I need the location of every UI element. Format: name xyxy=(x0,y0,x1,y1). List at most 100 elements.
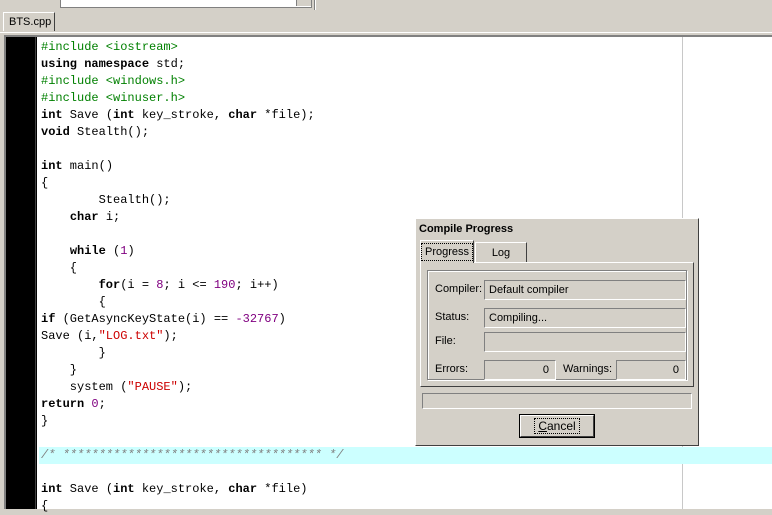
code-token: #include <windows.h> xyxy=(41,74,186,88)
code-token: ; xyxy=(98,397,106,411)
code-token: "LOG.txt" xyxy=(98,329,164,343)
code-token: void xyxy=(41,125,70,139)
code-line[interactable]: int Save (int key_stroke, char *file) xyxy=(41,481,772,498)
code-token: int xyxy=(41,482,63,496)
code-token: Save ( xyxy=(62,108,114,122)
tab-bts-cpp[interactable]: BTS.cpp xyxy=(3,12,55,31)
code-token: for xyxy=(98,278,121,292)
code-token: #include <iostream> xyxy=(41,40,178,54)
code-token: char xyxy=(69,210,99,224)
code-line[interactable]: using namespace std; xyxy=(41,56,772,73)
code-token: /* ************************************ … xyxy=(41,448,344,462)
code-line[interactable]: #include <iostream> xyxy=(41,39,772,56)
status-field: Compiling... xyxy=(484,308,686,328)
code-token: ) xyxy=(127,244,135,258)
code-token: #include <winuser.h> xyxy=(41,91,186,105)
editor-gutter xyxy=(6,37,37,509)
code-token: { xyxy=(41,176,49,190)
warnings-field: 0 xyxy=(616,360,686,380)
toolbar-remnant xyxy=(0,0,772,10)
code-token: ); xyxy=(177,380,193,394)
compile-progress-bar xyxy=(422,393,692,409)
code-token: *file) xyxy=(257,482,308,496)
code-token: int xyxy=(113,108,135,122)
code-token: char xyxy=(228,482,258,496)
code-token: while xyxy=(69,244,106,258)
code-line[interactable]: Stealth(); xyxy=(41,192,772,209)
tab-progress-label: Progress xyxy=(421,243,474,261)
code-token: } xyxy=(41,363,78,377)
code-line[interactable]: /* ************************************ … xyxy=(39,447,772,464)
cancel-button[interactable]: Cancel xyxy=(519,414,595,438)
code-token: char xyxy=(228,108,258,122)
code-token: Save (i, xyxy=(41,329,99,343)
code-token: } xyxy=(41,346,106,360)
warnings-label: Warnings: xyxy=(563,363,613,375)
code-line[interactable] xyxy=(41,141,772,158)
code-token: { xyxy=(41,295,106,309)
code-line[interactable]: #include <winuser.h> xyxy=(41,90,772,107)
code-token: int xyxy=(113,482,135,496)
progress-group: Compiler: Default compiler Status: Compi… xyxy=(427,270,687,380)
code-token: std; xyxy=(149,57,186,71)
progress-panel: Compiler: Default compiler Status: Compi… xyxy=(420,262,694,387)
file-field xyxy=(484,332,686,352)
cancel-label: Cancel xyxy=(534,418,580,434)
code-token: if xyxy=(41,312,56,326)
code-token: ; i++) xyxy=(235,278,279,292)
tab-progress[interactable]: Progress xyxy=(420,240,474,263)
code-token: ; i <= xyxy=(163,278,214,292)
dialog-tabs: Progress Log xyxy=(420,240,694,263)
code-token: { xyxy=(41,499,49,513)
code-token: using namespace xyxy=(41,57,150,71)
tab-log[interactable]: Log xyxy=(475,242,527,262)
compiler-field: Default compiler xyxy=(484,280,686,300)
toolbar-combo[interactable] xyxy=(60,0,312,8)
code-token: (i = xyxy=(120,278,157,292)
code-token: Save ( xyxy=(62,482,114,496)
code-line[interactable]: int main() xyxy=(41,158,772,175)
cancel-label-accel: C xyxy=(538,419,547,433)
dialog-title: Compile Progress xyxy=(417,220,697,238)
code-line[interactable]: { xyxy=(41,175,772,192)
code-token: key_stroke, xyxy=(134,108,229,122)
compiler-label: Compiler: xyxy=(435,283,483,295)
code-token: Stealth(); xyxy=(41,193,171,207)
code-token: ) xyxy=(278,312,286,326)
errors-label: Errors: xyxy=(435,363,468,375)
code-token: "PAUSE" xyxy=(127,380,178,394)
code-token: main() xyxy=(62,159,114,173)
toolbar-separator xyxy=(314,0,316,10)
file-label: File: xyxy=(435,335,456,347)
code-line[interactable]: { xyxy=(41,498,772,515)
cancel-label-rest: ancel xyxy=(546,419,576,433)
code-token: (GetAsyncKeyState(i) == xyxy=(55,312,236,326)
code-token: 190 xyxy=(213,278,236,292)
code-token: { xyxy=(41,261,78,275)
code-token: -32767 xyxy=(235,312,279,326)
code-token: int xyxy=(41,108,63,122)
code-token: ( xyxy=(105,244,121,258)
code-token: system ( xyxy=(41,380,128,394)
code-token: ); xyxy=(163,329,178,343)
code-token: 0 xyxy=(91,397,99,411)
code-line[interactable]: int Save (int key_stroke, char *file); xyxy=(41,107,772,124)
code-token: Stealth(); xyxy=(69,125,150,139)
code-line[interactable]: #include <windows.h> xyxy=(41,73,772,90)
code-line[interactable]: void Stealth(); xyxy=(41,124,772,141)
code-token: int xyxy=(41,159,63,173)
file-tabstrip: BTS.cpp xyxy=(0,10,772,33)
code-token: return xyxy=(41,397,85,411)
errors-field: 0 xyxy=(484,360,556,380)
code-token: key_stroke, xyxy=(134,482,229,496)
code-token: *file); xyxy=(257,108,315,122)
combo-dropdown-button[interactable] xyxy=(296,0,311,6)
code-token: i; xyxy=(98,210,121,224)
compile-progress-dialog: Compile Progress Progress Log Compiler: … xyxy=(415,218,699,446)
code-line[interactable] xyxy=(41,464,772,481)
status-label: Status: xyxy=(435,311,470,323)
code-token: } xyxy=(41,414,49,428)
